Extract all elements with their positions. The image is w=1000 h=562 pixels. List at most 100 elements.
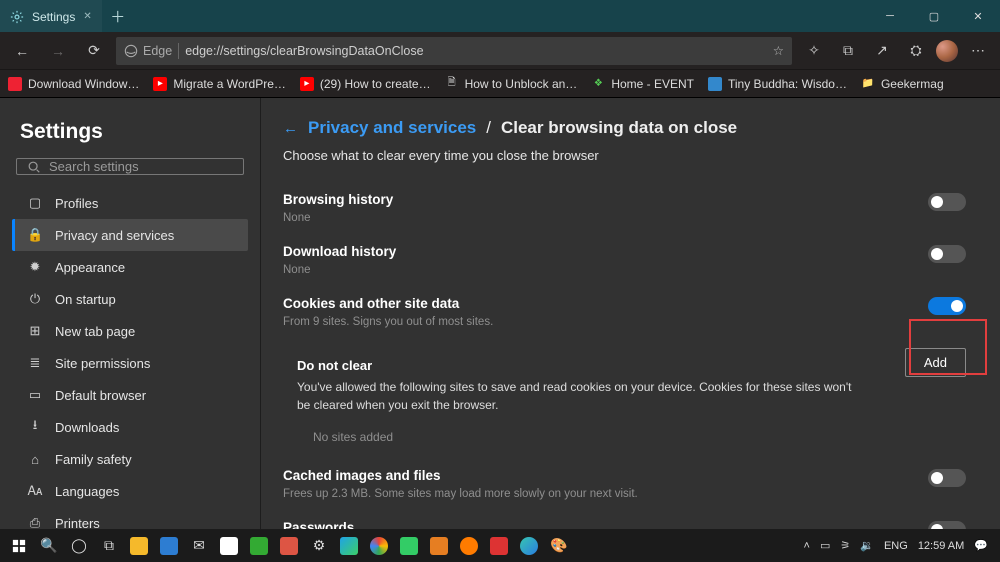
battery-icon[interactable]: ▭ (820, 539, 830, 552)
task-view-icon[interactable]: ⧉ (94, 531, 124, 561)
bookmark-item[interactable]: Download Window… (8, 77, 139, 91)
bookmark-item[interactable]: ▸(29) How to create… (300, 77, 431, 91)
collections-icon[interactable]: ⧉ (834, 37, 862, 65)
breadcrumb-back-icon[interactable]: ← (283, 120, 298, 137)
download-icon: ⭳ (27, 416, 43, 438)
add-button[interactable]: Add (905, 348, 966, 377)
toggle-switch[interactable] (928, 469, 966, 487)
nav-label: Family safety (55, 452, 132, 467)
newtab-icon: ⊞ (27, 323, 43, 339)
nav-label: Default browser (55, 388, 146, 403)
sidebar-item-new-tab-page[interactable]: ⊞New tab page (12, 315, 248, 347)
refresh-button[interactable]: ⟳ (80, 37, 108, 65)
taskbar-app[interactable] (154, 531, 184, 561)
system-tray[interactable]: ˄ ▭ ⚞ 🔉 ENG 12:59 AM 💬 (804, 539, 996, 552)
taskbar-app[interactable] (334, 531, 364, 561)
notifications-icon[interactable]: 💬 (974, 539, 988, 552)
bookmark-item[interactable]: 🗎How to Unblock an… (445, 77, 578, 91)
keyboard-lang[interactable]: ENG (884, 540, 908, 552)
taskbar-app[interactable] (364, 531, 394, 561)
setting-subtitle: Frees up 2.3 MB. Some sites may load mor… (283, 486, 638, 502)
bookmark-item[interactable]: ❖Home - EVENT (591, 77, 694, 91)
sidebar-item-profiles[interactable]: ▢ Profiles (12, 187, 248, 219)
setting-title: Download history (283, 244, 396, 259)
volume-icon[interactable]: 🔉 (860, 539, 874, 552)
search-settings-input[interactable]: Search settings (16, 158, 244, 175)
menu-icon[interactable]: ⋯ (964, 37, 992, 65)
power-icon: ⏻ (27, 291, 43, 307)
sidebar-item-on-startup[interactable]: ⏻ On startup (12, 283, 248, 315)
tray-chevron-icon[interactable]: ˄ (804, 540, 810, 552)
setting-row: Cookies and other site dataFrom 9 sites.… (283, 287, 966, 339)
url-text: edge://settings/clearBrowsingDataOnClose (185, 44, 423, 58)
share-icon[interactable]: ↗ (868, 37, 896, 65)
site-identity: Edge (124, 44, 172, 58)
nav-label: Appearance (55, 260, 125, 275)
appearance-icon: ✹ (27, 259, 43, 275)
setting-subtitle: None (283, 262, 396, 278)
nav-label: Profiles (55, 196, 98, 211)
address-bar[interactable]: Edge edge://settings/clearBrowsingDataOn… (116, 37, 792, 65)
extension-icon[interactable]: ⛭ (902, 37, 930, 65)
minimize-button[interactable]: ─ (868, 0, 912, 32)
sidebar-item-site-permissions[interactable]: ≣Site permissions (12, 347, 248, 379)
do-not-clear-block: Do not clear You've allowed the following… (283, 339, 966, 459)
taskbar-app[interactable] (394, 531, 424, 561)
do-not-clear-title: Do not clear (297, 358, 857, 373)
breadcrumb: ← Privacy and services / Clear browsing … (283, 118, 966, 138)
nav-label: On startup (55, 292, 116, 307)
browser-toolbar: ← → ⟳ Edge edge://settings/clearBrowsing… (0, 32, 1000, 70)
sidebar-item-languages[interactable]: 🗛Languages (12, 475, 248, 507)
start-button[interactable] (4, 531, 34, 561)
profile-icon: ▢ (27, 195, 43, 211)
taskbar-app[interactable]: ✉ (184, 531, 214, 561)
taskbar-app[interactable] (274, 531, 304, 561)
maximize-button[interactable]: ▢ (912, 0, 956, 32)
new-tab-button[interactable]: ＋ (102, 0, 134, 32)
breadcrumb-parent-link[interactable]: Privacy and services (308, 118, 476, 138)
sidebar-item-downloads[interactable]: ⭳Downloads (12, 411, 248, 443)
setting-row: Passwords1,103 passwords (for androidpit… (283, 511, 966, 529)
back-button[interactable]: ← (8, 37, 36, 65)
taskbar-app[interactable] (424, 531, 454, 561)
taskbar-app[interactable] (124, 531, 154, 561)
settings-main: ← Privacy and services / Clear browsing … (260, 98, 1000, 529)
taskbar-app[interactable] (454, 531, 484, 561)
breadcrumb-current: Clear browsing data on close (501, 118, 737, 138)
family-icon: ⌂ (27, 452, 43, 467)
taskbar-app[interactable] (214, 531, 244, 561)
toggle-switch[interactable] (928, 193, 966, 211)
toggle-switch[interactable] (928, 245, 966, 263)
close-window-button[interactable]: ✕ (956, 0, 1000, 32)
bookmark-item[interactable]: ▸Migrate a WordPre… (153, 77, 285, 91)
taskbar-app[interactable]: 🎨 (544, 531, 574, 561)
favorite-star-icon[interactable]: ☆ (773, 43, 784, 58)
nav-label: Printers (55, 516, 100, 530)
sidebar-item-privacy-and-services[interactable]: 🔒Privacy and services (12, 219, 248, 251)
taskbar-app[interactable] (244, 531, 274, 561)
search-taskbar-icon[interactable]: 🔍 (34, 531, 64, 561)
bookmark-item[interactable]: 📁Geekermag (861, 77, 944, 91)
favorites-icon[interactable]: ✧ (800, 37, 828, 65)
cortana-icon[interactable]: ◯ (64, 531, 94, 561)
tab-close-icon[interactable]: ✕ (83, 11, 91, 22)
browser-tab[interactable]: Settings ✕ (0, 0, 102, 32)
do-not-clear-desc: You've allowed the following sites to sa… (297, 379, 857, 414)
taskbar-app[interactable]: ⚙ (304, 531, 334, 561)
sidebar-item-appearance[interactable]: ✹ Appearance (12, 251, 248, 283)
bookmark-item[interactable]: Tiny Buddha: Wisdo… (708, 77, 847, 91)
taskbar-app[interactable] (514, 531, 544, 561)
toggle-switch[interactable] (928, 521, 966, 529)
wifi-icon[interactable]: ⚞ (840, 539, 850, 552)
setting-title: Cached images and files (283, 468, 638, 483)
taskbar-app[interactable] (484, 531, 514, 561)
clock[interactable]: 12:59 AM (918, 540, 964, 552)
lock-icon: 🔒 (27, 227, 43, 243)
sidebar-item-family-safety[interactable]: ⌂ Family safety (12, 443, 248, 475)
forward-button[interactable]: → (44, 37, 72, 65)
sidebar-item-printers[interactable]: ⎙Printers (12, 507, 248, 529)
toggle-switch[interactable] (928, 297, 966, 315)
profile-avatar[interactable] (936, 40, 958, 62)
window-title-bar: Settings ✕ ＋ ─ ▢ ✕ (0, 0, 1000, 32)
sidebar-item-default-browser[interactable]: ▭Default browser (12, 379, 248, 411)
